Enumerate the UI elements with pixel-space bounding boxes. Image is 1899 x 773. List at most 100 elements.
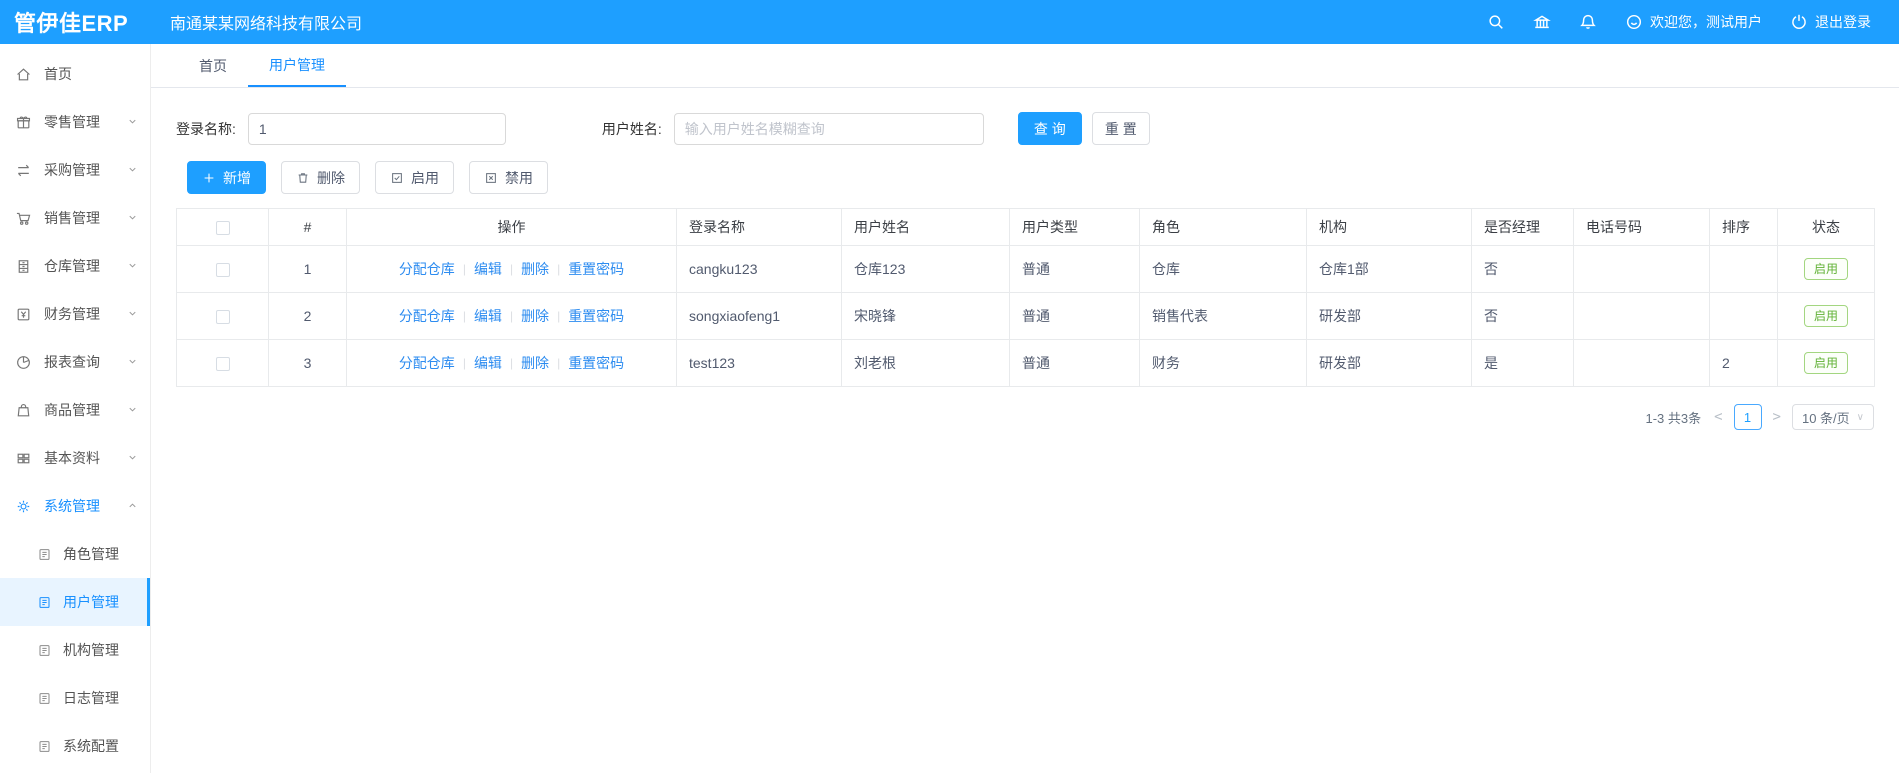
assign-warehouse-link[interactable]: 分配仓库 — [399, 259, 455, 279]
sidebar-item-sales[interactable]: 销售管理 — [0, 194, 150, 242]
table-row: 1 分配仓库 | 编辑 | 删除 | 重置密码 cangku123 仓库123 普通 … — [176, 245, 1875, 293]
reset-password-link[interactable]: 重置密码 — [568, 353, 624, 373]
user-menu[interactable]: 欢迎您，测试用户 — [1625, 12, 1762, 32]
chevron-down-icon — [127, 354, 138, 370]
reset-button[interactable]: 重 置 — [1091, 112, 1150, 145]
cell-name: 宋晓锋 — [841, 292, 1010, 340]
row-checkbox[interactable] — [215, 310, 230, 325]
col-name: 用户姓名 — [841, 208, 1010, 246]
sidebar-item-user-mgmt[interactable]: 用户管理 — [0, 578, 150, 626]
sidebar-item-system[interactable]: 系统管理 — [0, 482, 150, 530]
grid-icon — [15, 450, 32, 467]
reset-password-link[interactable]: 重置密码 — [568, 306, 624, 326]
delete-link[interactable]: 删除 — [521, 259, 549, 279]
cell-org: 仓库1部 — [1306, 245, 1472, 293]
chevron-down-icon — [127, 210, 138, 226]
tab-user-mgmt[interactable]: 用户管理 — [248, 44, 346, 87]
document-icon — [37, 595, 52, 610]
search-button[interactable]: 查 询 — [1017, 112, 1082, 145]
sidebar-item-reports[interactable]: 报表查询 — [0, 338, 150, 386]
chevron-down-icon — [127, 114, 138, 130]
assign-warehouse-link[interactable]: 分配仓库 — [399, 306, 455, 326]
page-number-button[interactable]: 1 — [1733, 404, 1762, 430]
gift-icon — [15, 114, 32, 131]
row-checkbox[interactable] — [215, 263, 230, 278]
status-badge: 启用 — [1803, 352, 1848, 374]
page-content: 登录名称: 用户姓名: 查 询 重 置 新增 删除 启用 — [151, 88, 1899, 430]
cell-role: 销售代表 — [1139, 292, 1307, 340]
col-index: # — [268, 208, 347, 246]
col-status: 状态 — [1777, 208, 1875, 246]
smile-icon — [1625, 13, 1643, 31]
sidebar-item-finance[interactable]: 财务管理 — [0, 290, 150, 338]
pie-chart-icon — [15, 354, 32, 371]
finance-icon — [15, 306, 32, 323]
col-login: 登录名称 — [676, 208, 842, 246]
prev-page-button[interactable]: < — [1714, 409, 1722, 425]
cell-login: test123 — [676, 339, 842, 387]
enable-button[interactable]: 启用 — [375, 161, 454, 194]
select-all-checkbox[interactable] — [215, 221, 230, 236]
plus-icon — [204, 173, 214, 182]
cell-phone — [1573, 339, 1710, 387]
sidebar-item-role-mgmt[interactable]: 角色管理 — [0, 530, 150, 578]
gear-icon — [15, 498, 32, 515]
cell-login: songxiaofeng1 — [676, 292, 842, 340]
sidebar-item-purchase[interactable]: 采购管理 — [0, 146, 150, 194]
sidebar-item-log-mgmt[interactable]: 日志管理 — [0, 674, 150, 722]
next-page-button[interactable]: > — [1773, 409, 1781, 425]
home-icon — [15, 66, 32, 83]
sidebar-item-system-config[interactable]: 系统配置 — [0, 722, 150, 770]
pagination: 1-3 共3条 < 1 > 10 条/页 ∨ — [176, 404, 1874, 430]
row-checkbox[interactable] — [215, 357, 230, 372]
add-button[interactable]: 新增 — [187, 161, 266, 194]
cell-manager: 是 — [1471, 339, 1574, 387]
sidebar-item-home[interactable]: 首页 — [0, 50, 150, 98]
table-header-row: # 操作 登录名称 用户姓名 用户类型 角色 机构 是否经理 电话号码 排序 状… — [176, 208, 1875, 246]
bell-icon[interactable] — [1579, 13, 1597, 31]
disable-button[interactable]: 禁用 — [469, 161, 548, 194]
cell-role: 仓库 — [1139, 245, 1307, 293]
page-size-select[interactable]: 10 条/页 ∨ — [1791, 404, 1874, 430]
sidebar: 首页 零售管理 采购管理 销售管理 仓库管理 财务管理 报表查询 商品管理 基本… — [0, 44, 151, 773]
search-icon[interactable] — [1487, 13, 1505, 31]
sidebar-item-retail[interactable]: 零售管理 — [0, 98, 150, 146]
sidebar-item-goods[interactable]: 商品管理 — [0, 386, 150, 434]
edit-link[interactable]: 编辑 — [474, 259, 502, 279]
login-name-input[interactable] — [247, 112, 506, 145]
status-badge: 启用 — [1803, 258, 1848, 280]
delete-button[interactable]: 删除 — [281, 161, 360, 194]
top-header-bar: 管伊佳ERP 南通某某网络科技有限公司 欢迎您，测试用户 退出登录 — [0, 0, 1899, 44]
edit-link[interactable]: 编辑 — [474, 353, 502, 373]
reset-password-link[interactable]: 重置密码 — [568, 259, 624, 279]
chevron-up-icon — [127, 498, 138, 514]
logout-icon — [1790, 13, 1808, 31]
status-badge: 启用 — [1803, 305, 1848, 327]
cell-org: 研发部 — [1306, 339, 1472, 387]
chevron-down-icon — [127, 162, 138, 178]
cell-type: 普通 — [1009, 339, 1140, 387]
welcome-text: 欢迎您，测试用户 — [1650, 14, 1762, 30]
main-area: 首页 用户管理 登录名称: 用户姓名: 查 询 重 置 新增 — [151, 44, 1899, 773]
assign-warehouse-link[interactable]: 分配仓库 — [399, 353, 455, 373]
user-name-input[interactable] — [673, 112, 984, 145]
trash-icon — [298, 172, 308, 183]
sidebar-item-org-mgmt[interactable]: 机构管理 — [0, 626, 150, 674]
col-type: 用户类型 — [1009, 208, 1140, 246]
cell-manager: 否 — [1471, 292, 1574, 340]
document-icon — [37, 547, 52, 562]
cabinet-icon — [15, 258, 32, 275]
tab-home[interactable]: 首页 — [178, 44, 248, 87]
sidebar-item-warehouse[interactable]: 仓库管理 — [0, 242, 150, 290]
bank-icon[interactable] — [1533, 13, 1551, 31]
edit-link[interactable]: 编辑 — [474, 306, 502, 326]
logout-button[interactable]: 退出登录 — [1790, 12, 1871, 32]
cart-icon — [15, 210, 32, 227]
sidebar-item-basic-data[interactable]: 基本资料 — [0, 434, 150, 482]
delete-link[interactable]: 删除 — [521, 306, 549, 326]
app-logo: 管伊佳ERP — [14, 11, 129, 36]
chevron-down-icon — [127, 258, 138, 274]
delete-link[interactable]: 删除 — [521, 353, 549, 373]
document-icon — [37, 691, 52, 706]
cell-phone — [1573, 245, 1710, 293]
